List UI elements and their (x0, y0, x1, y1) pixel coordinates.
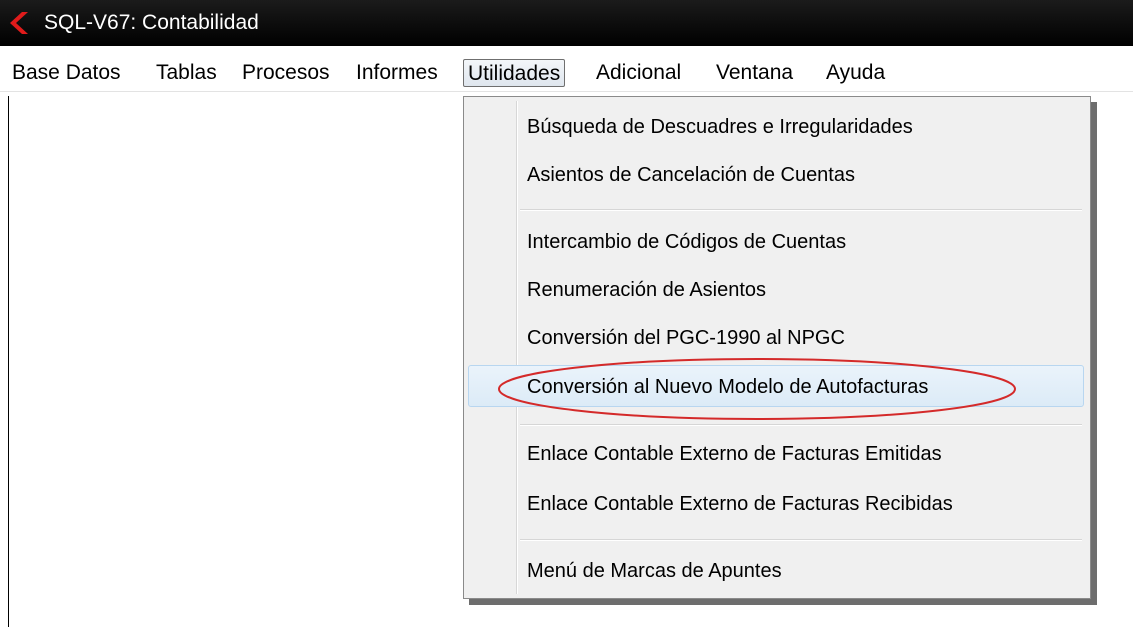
menuitem-label: Asientos de Cancelación de Cuentas (527, 164, 855, 186)
menuitem-label: Conversión del PGC-1990 al NPGC (527, 327, 845, 349)
menu-adicional[interactable]: Adicional (592, 59, 685, 87)
window-title: SQL-V67: Contabilidad (44, 11, 259, 34)
menuitem-label: Conversión al Nuevo Modelo de Autofactur… (527, 376, 929, 398)
menuitem-label: Renumeración de Asientos (527, 279, 767, 301)
menuitem-label: Menú de Marcas de Apuntes (527, 560, 782, 582)
menu-bar: Base Datos Tablas Procesos Informes Util… (0, 55, 1133, 92)
menuitem-conversion-autofacturas[interactable]: Conversión al Nuevo Modelo de Autofactur… (468, 365, 1084, 407)
menuitem-busqueda-descuadres[interactable]: Búsqueda de Descuadres e Irregularidades (464, 106, 1090, 148)
menuitem-label: Intercambio de Códigos de Cuentas (527, 231, 847, 253)
menuitem-renumeracion-asientos[interactable]: Renumeración de Asientos (464, 269, 1090, 311)
menuitem-intercambio-codigos[interactable]: Intercambio de Códigos de Cuentas (464, 221, 1090, 263)
menu-tablas[interactable]: Tablas (152, 59, 221, 87)
menuitem-enlace-recibidas[interactable]: Enlace Contable Externo de Facturas Reci… (464, 483, 1090, 525)
menu-separator (520, 539, 1082, 541)
utilidades-dropdown: Búsqueda de Descuadres e Irregularidades… (463, 96, 1091, 599)
menu-procesos[interactable]: Procesos (238, 59, 334, 87)
menu-separator (520, 424, 1082, 426)
menu-ventana[interactable]: Ventana (712, 59, 797, 87)
menu-base-datos[interactable]: Base Datos (8, 59, 125, 87)
menu-ayuda[interactable]: Ayuda (822, 59, 889, 87)
title-bar: SQL-V67: Contabilidad (0, 0, 1133, 46)
menuitem-marcas-apuntes[interactable]: Menú de Marcas de Apuntes (464, 550, 1090, 592)
menuitem-label: Enlace Contable Externo de Facturas Reci… (527, 493, 953, 515)
menu-utilidades[interactable]: Utilidades (463, 59, 566, 87)
menuitem-enlace-emitidas[interactable]: Enlace Contable Externo de Facturas Emit… (464, 433, 1090, 475)
menuitem-label: Búsqueda de Descuadres e Irregularidades (527, 116, 913, 138)
menuitem-conversion-pgc[interactable]: Conversión del PGC-1990 al NPGC (464, 317, 1090, 359)
menu-informes[interactable]: Informes (352, 59, 442, 87)
menu-separator (520, 209, 1082, 211)
app-chevron-icon (10, 12, 28, 34)
menuitem-asientos-cancelacion[interactable]: Asientos de Cancelación de Cuentas (464, 154, 1090, 196)
menuitem-label: Enlace Contable Externo de Facturas Emit… (527, 443, 942, 465)
